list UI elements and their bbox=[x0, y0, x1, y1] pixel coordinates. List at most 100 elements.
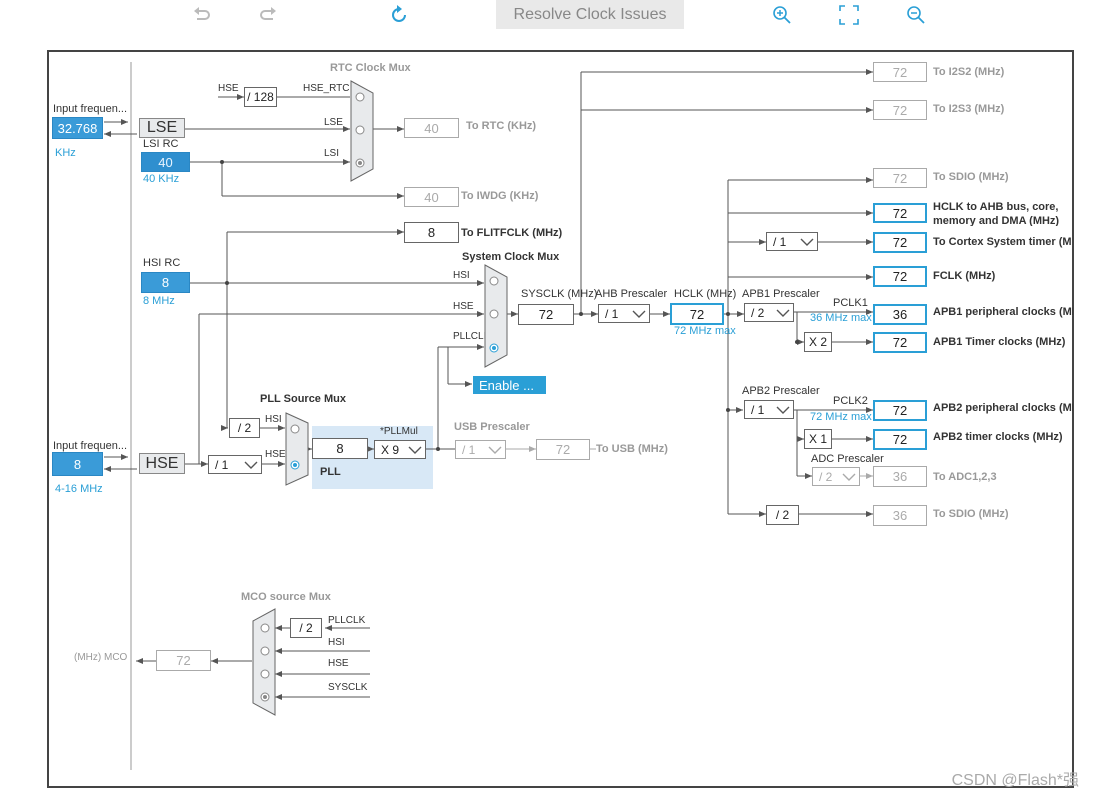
sysmux-hse-label: HSE bbox=[453, 301, 474, 312]
lse-frequency-input[interactable]: 32.768 bbox=[52, 117, 103, 139]
watermark: CSDN @Flash*强 bbox=[951, 772, 1079, 789]
usb-prescaler-select[interactable]: / 1 bbox=[455, 440, 506, 459]
chevron-down-icon bbox=[244, 461, 258, 469]
hclk-max: 72 MHz max bbox=[674, 325, 736, 337]
lsi-rc-value: 40 bbox=[141, 152, 190, 172]
mco-output-value: 72 bbox=[156, 650, 211, 671]
system-clock-mux-title: System Clock Mux bbox=[462, 251, 560, 263]
mco-hsi-label: HSI bbox=[328, 637, 345, 648]
pll-label: PLL bbox=[320, 466, 341, 478]
usb-prescaler-title: USB Prescaler bbox=[454, 421, 530, 433]
hse-unit: 4-16 MHz bbox=[55, 483, 103, 495]
ahb-bus-output-value[interactable]: 72 bbox=[873, 203, 927, 223]
apb2-peripheral-output-value[interactable]: 72 bbox=[873, 400, 927, 421]
pclk2-label: PCLK2 bbox=[833, 395, 868, 407]
system-clock-mux[interactable] bbox=[484, 264, 508, 368]
iwdg-output-value: 40 bbox=[404, 187, 459, 207]
fclk-output-label: FCLK (MHz) bbox=[933, 270, 996, 282]
hclk-label: HCLK (MHz) bbox=[674, 288, 737, 300]
rtc-output-label: To RTC (KHz) bbox=[466, 120, 537, 132]
apb1-prescaler-title: APB1 Prescaler bbox=[742, 288, 820, 300]
fclk-output-value[interactable]: 72 bbox=[873, 266, 927, 287]
apb1-prescaler-value: / 2 bbox=[751, 305, 765, 320]
adc-prescaler-title: ADC Prescaler bbox=[811, 453, 884, 465]
chevron-down-icon bbox=[408, 446, 422, 454]
apb2-prescaler-title: APB2 Prescaler bbox=[742, 385, 820, 397]
hse-block[interactable]: HSE bbox=[139, 453, 185, 474]
cortex-timer-prescaler-value: / 1 bbox=[773, 234, 787, 249]
lse-input-label: Input frequen... bbox=[53, 103, 127, 115]
sdio-output-value: 72 bbox=[873, 168, 927, 188]
rtc-clock-mux[interactable] bbox=[350, 80, 374, 182]
adc-output-label: To ADC1,2,3 bbox=[933, 471, 997, 483]
ahb-bus-output-label-2: memory and DMA (MHz) bbox=[933, 215, 1060, 226]
chevron-down-icon bbox=[842, 473, 856, 481]
ahb-bus-output-label-1: HCLK to AHB bus, core, bbox=[933, 201, 1059, 213]
pll-input-value: 8 bbox=[312, 438, 368, 459]
sysclk-label: SYSCLK (MHz) bbox=[521, 288, 598, 300]
hse-prediv-select[interactable]: / 1 bbox=[208, 455, 262, 474]
hclk-value[interactable]: 72 bbox=[670, 303, 724, 325]
chevron-down-icon bbox=[776, 309, 790, 317]
adc-output-value: 36 bbox=[873, 466, 927, 487]
cortex-timer-output-label: To Cortex System timer (M bbox=[933, 236, 1072, 248]
chevron-down-icon bbox=[488, 446, 502, 454]
hse-prediv-value: / 1 bbox=[215, 457, 229, 472]
apb2-prescaler-select[interactable]: / 1 bbox=[744, 400, 794, 419]
i2s3-output-value: 72 bbox=[873, 100, 927, 120]
usb-prescaler-value: / 1 bbox=[462, 442, 476, 457]
rtc-lse-label: LSE bbox=[324, 117, 343, 128]
chevron-down-icon bbox=[632, 310, 646, 318]
sdio-output-label: To SDIO (MHz) bbox=[933, 171, 1009, 183]
i2s2-output-label: To I2S2 (MHz) bbox=[933, 66, 1005, 78]
mco-source-mux-title: MCO source Mux bbox=[241, 591, 331, 603]
apb2-timer-output-label: APB2 timer clocks (MHz) bbox=[933, 431, 1063, 443]
pll-source-mux[interactable] bbox=[285, 412, 309, 486]
ahb-bus-output-label-clip: HCLK to AHB bus, core, memory and DMA (M… bbox=[933, 201, 1073, 226]
usb-output-label: To USB (MHz) bbox=[596, 443, 668, 455]
apb2-peripheral-label-clip: APB2 peripheral clocks (MH bbox=[933, 401, 1073, 417]
enable-css-button[interactable]: Enable ... bbox=[473, 376, 546, 394]
cortex-timer-output-value[interactable]: 72 bbox=[873, 232, 927, 253]
flitfclk-output-label: To FLITFCLK (MHz) bbox=[461, 227, 563, 239]
hsi-unit: 8 MHz bbox=[143, 295, 175, 307]
apb1-prescaler-select[interactable]: / 2 bbox=[744, 303, 794, 322]
lse-block[interactable]: LSE bbox=[139, 118, 185, 138]
chevron-down-icon bbox=[800, 238, 814, 246]
hse-input-label: Input frequen... bbox=[53, 440, 127, 452]
flitfclk-output-value: 8 bbox=[404, 222, 459, 243]
rtc-hse-rtc-label: HSE_RTC bbox=[303, 83, 350, 94]
rtc-output-value: 40 bbox=[404, 118, 459, 138]
adc-prescaler-select[interactable]: / 2 bbox=[812, 467, 860, 486]
chevron-down-icon bbox=[776, 406, 790, 414]
sdio2-output-value: 36 bbox=[873, 505, 927, 526]
mco-output-label: (MHz) MCO bbox=[74, 652, 128, 663]
ahb-prescaler-select[interactable]: / 1 bbox=[598, 304, 650, 323]
apb2-timer-output-value[interactable]: 72 bbox=[873, 429, 927, 450]
apb2-prescaler-value: / 1 bbox=[751, 402, 765, 417]
sdio-div2: / 2 bbox=[766, 505, 799, 525]
cortex-timer-prescaler-select[interactable]: / 1 bbox=[766, 232, 818, 251]
hsi-rc-value: 8 bbox=[141, 272, 190, 293]
apb2-timer-multiplier: X 1 bbox=[804, 429, 832, 449]
apb1-peripheral-output-label: APB1 peripheral clocks (MH bbox=[933, 306, 1073, 318]
pclk1-max: 36 MHz max bbox=[810, 312, 872, 324]
apb1-peripheral-output-value[interactable]: 36 bbox=[873, 304, 927, 325]
mco-sysclk-label: SYSCLK bbox=[328, 682, 368, 693]
ahb-prescaler-title: AHB Prescaler bbox=[595, 288, 668, 300]
rtc-mux-title: RTC Clock Mux bbox=[330, 62, 411, 74]
mco-source-mux[interactable] bbox=[252, 608, 276, 716]
sysclk-value[interactable]: 72 bbox=[518, 304, 574, 325]
apb1-timer-multiplier: X 2 bbox=[804, 332, 832, 352]
rtc-hse-label: HSE bbox=[218, 83, 239, 94]
pllmul-select[interactable]: X 9 bbox=[374, 440, 426, 459]
hsi-rc-label: HSI RC bbox=[143, 257, 181, 269]
pll-hse-label: HSE bbox=[265, 449, 286, 460]
pclk2-max: 72 MHz max bbox=[810, 411, 872, 423]
hse-frequency-input[interactable]: 8 bbox=[52, 452, 103, 476]
sdio2-output-label: To SDIO (MHz) bbox=[933, 508, 1009, 520]
apb2-peripheral-output-label: APB2 peripheral clocks (MH bbox=[933, 402, 1073, 414]
i2s2-output-value: 72 bbox=[873, 62, 927, 82]
apb1-timer-output-value[interactable]: 72 bbox=[873, 332, 927, 353]
lsi-rc-label: LSI RC bbox=[143, 138, 179, 150]
